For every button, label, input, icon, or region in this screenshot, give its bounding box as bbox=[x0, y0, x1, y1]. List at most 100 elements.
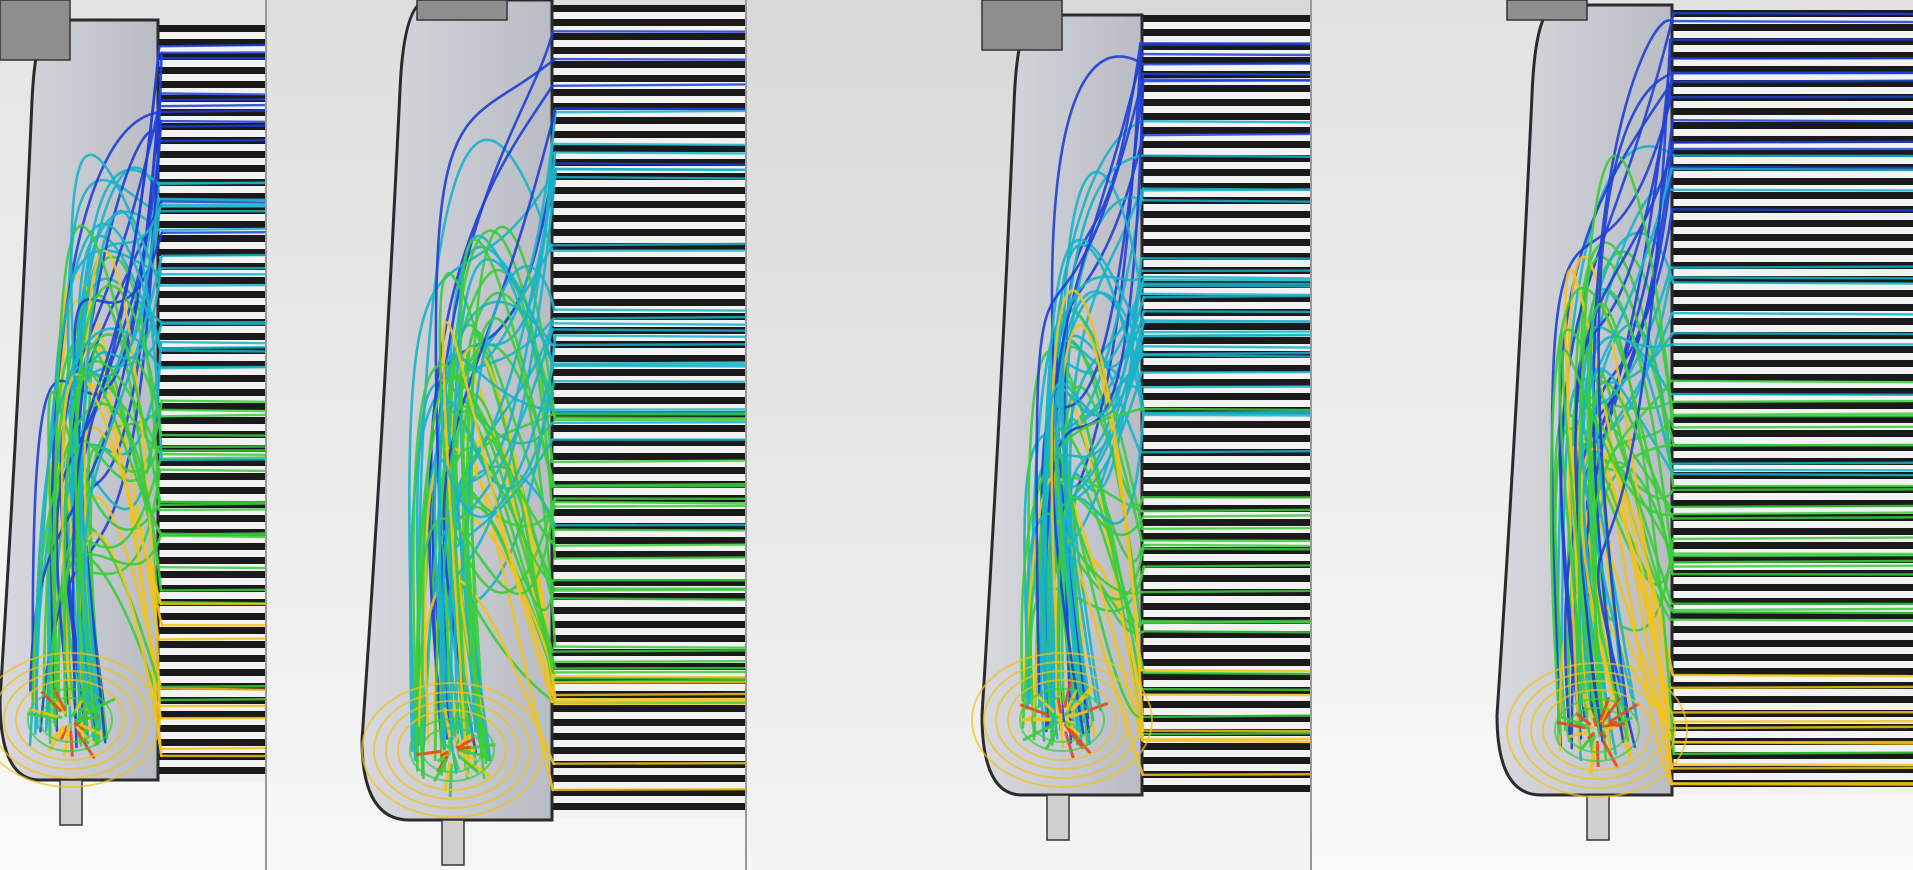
fin-streamline bbox=[1139, 669, 1310, 673]
fin bbox=[1670, 192, 1913, 199]
fin bbox=[158, 81, 265, 88]
fin-streamline bbox=[552, 761, 745, 765]
fin bbox=[552, 383, 745, 390]
fin bbox=[552, 635, 745, 642]
fin-gap bbox=[1670, 787, 1913, 794]
fin-streamline bbox=[159, 139, 265, 143]
fin-gap bbox=[552, 572, 745, 579]
fin-gap bbox=[1670, 129, 1913, 136]
fin-streamline bbox=[1671, 118, 1913, 123]
fan-vector bbox=[69, 730, 74, 757]
fin bbox=[158, 25, 265, 32]
fin bbox=[552, 537, 745, 544]
fin-streamline bbox=[1142, 564, 1310, 568]
fin-gap bbox=[552, 446, 745, 453]
fin-streamline bbox=[551, 649, 745, 653]
fin bbox=[158, 291, 265, 298]
fin-streamline bbox=[158, 468, 265, 473]
fin bbox=[1670, 402, 1913, 409]
fin-gap bbox=[158, 690, 265, 697]
fin-gap bbox=[552, 236, 745, 243]
fin-gap bbox=[158, 74, 265, 81]
fin-gap bbox=[552, 432, 745, 439]
fin bbox=[158, 151, 265, 158]
fin bbox=[552, 285, 745, 292]
fin-gap bbox=[552, 390, 745, 397]
fin-gap bbox=[158, 606, 265, 613]
fin-streamline bbox=[1669, 504, 1913, 509]
fin-gap bbox=[158, 522, 265, 529]
fin bbox=[158, 613, 265, 620]
fin-streamline bbox=[1141, 773, 1310, 777]
fin bbox=[158, 375, 265, 382]
fin-gap bbox=[1670, 297, 1913, 304]
fin-gap bbox=[158, 354, 265, 361]
fin bbox=[1140, 323, 1310, 330]
fin-gap bbox=[158, 256, 265, 263]
fin-streamline bbox=[1671, 673, 1913, 678]
fin bbox=[1140, 701, 1310, 708]
fin-gap bbox=[158, 158, 265, 165]
fin-streamline bbox=[159, 588, 265, 592]
fin bbox=[552, 775, 745, 782]
fin bbox=[158, 725, 265, 732]
fin-gap bbox=[1670, 745, 1913, 752]
fin-streamline bbox=[1141, 729, 1310, 733]
fin bbox=[158, 571, 265, 578]
fin-streamline bbox=[1668, 618, 1913, 622]
fin-streamline bbox=[158, 366, 265, 370]
fin bbox=[552, 187, 745, 194]
fin-streamline bbox=[157, 637, 265, 641]
fin-streamline bbox=[552, 379, 745, 384]
fin bbox=[158, 487, 265, 494]
fin-array bbox=[158, 25, 265, 781]
fin-streamline bbox=[1671, 425, 1913, 429]
fin bbox=[158, 67, 265, 74]
fin-gap bbox=[158, 214, 265, 221]
fin-streamline bbox=[551, 692, 745, 697]
fin bbox=[552, 19, 745, 26]
fin-streamline bbox=[1140, 732, 1310, 736]
fin-streamline bbox=[158, 685, 265, 689]
fin-gap bbox=[1670, 213, 1913, 220]
fin-gap bbox=[552, 628, 745, 635]
fin bbox=[1140, 757, 1310, 764]
fin-streamline bbox=[552, 175, 745, 180]
fin-streamline bbox=[157, 181, 265, 186]
fin-streamline bbox=[1142, 351, 1310, 356]
fin-gap bbox=[158, 144, 265, 151]
fin-streamline bbox=[552, 364, 745, 368]
fin-gap bbox=[158, 760, 265, 767]
fin-streamline bbox=[1671, 311, 1913, 316]
fin-streamline bbox=[1671, 472, 1913, 477]
fin bbox=[1140, 603, 1310, 610]
fin-gap bbox=[1670, 661, 1913, 668]
fin-streamline bbox=[1138, 449, 1310, 454]
fin-streamline bbox=[159, 340, 265, 345]
fin-gap bbox=[552, 348, 745, 355]
fin-streamline bbox=[1142, 62, 1310, 66]
fin-streamline bbox=[552, 315, 745, 320]
fin-streamline bbox=[1669, 265, 1913, 269]
fin-streamline bbox=[551, 328, 745, 332]
fin bbox=[1670, 360, 1913, 367]
fin-streamline bbox=[157, 565, 265, 570]
fin-streamline bbox=[1671, 536, 1913, 541]
fin-streamline bbox=[1670, 725, 1913, 730]
fin-gap bbox=[1140, 610, 1310, 617]
fin-streamline bbox=[1142, 199, 1310, 203]
fin-gap bbox=[1670, 577, 1913, 584]
fin bbox=[552, 621, 745, 628]
fin-streamline bbox=[156, 197, 265, 202]
fin-streamline bbox=[554, 151, 745, 155]
fin bbox=[1140, 169, 1310, 176]
fin-streamline bbox=[1138, 620, 1310, 625]
panel-render bbox=[0, 0, 265, 870]
fin bbox=[552, 355, 745, 362]
fin-gap bbox=[1140, 456, 1310, 463]
fin-gap bbox=[552, 488, 745, 495]
mount-bracket bbox=[981, 0, 1063, 51]
fin bbox=[1140, 575, 1310, 582]
fin bbox=[158, 641, 265, 648]
fin bbox=[1140, 113, 1310, 120]
